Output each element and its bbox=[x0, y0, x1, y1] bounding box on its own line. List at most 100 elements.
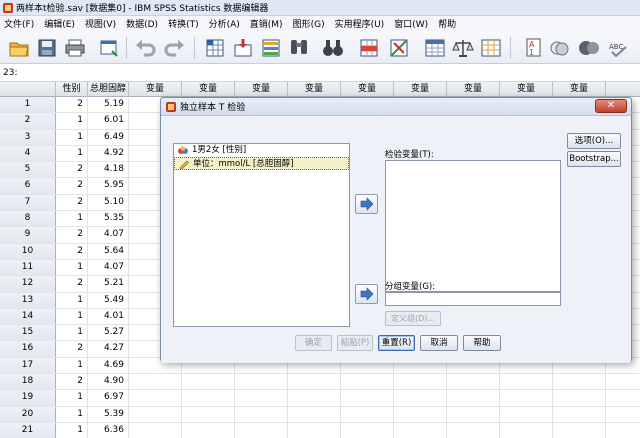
use-sets-icon[interactable] bbox=[548, 37, 570, 59]
variable-item-gender[interactable]: 1男2女 [性别] bbox=[174, 144, 349, 157]
data-cell-gender[interactable]: 1 bbox=[56, 129, 88, 145]
data-cell-gender[interactable]: 2 bbox=[56, 97, 88, 113]
data-cell-cholesterol[interactable]: 6.36 bbox=[88, 422, 129, 438]
row-number[interactable]: 14 bbox=[0, 308, 56, 325]
empty-cell[interactable] bbox=[129, 406, 182, 422]
empty-cell[interactable] bbox=[553, 374, 606, 390]
empty-cell[interactable] bbox=[182, 374, 235, 390]
empty-cell[interactable] bbox=[341, 390, 394, 406]
data-cell-gender[interactable]: 2 bbox=[56, 243, 88, 259]
column-header[interactable]: 变量 bbox=[288, 82, 341, 97]
data-cell-gender[interactable]: 2 bbox=[56, 374, 88, 390]
menu-edit[interactable]: 编辑(E) bbox=[44, 17, 75, 30]
empty-cell[interactable] bbox=[447, 390, 500, 406]
row-number[interactable]: 2 bbox=[0, 113, 56, 129]
row-number[interactable]: 1 bbox=[0, 97, 56, 113]
data-cell-cholesterol[interactable]: 5.27 bbox=[88, 325, 129, 341]
column-header[interactable]: 性别 bbox=[56, 82, 88, 97]
menu-analyze[interactable]: 分析(A) bbox=[209, 17, 240, 30]
data-cell-cholesterol[interactable]: 5.35 bbox=[88, 211, 129, 227]
data-cell-gender[interactable]: 1 bbox=[56, 308, 88, 325]
data-cell-cholesterol[interactable]: 5.39 bbox=[88, 406, 129, 422]
insert-variable-icon[interactable] bbox=[388, 37, 410, 59]
empty-cell[interactable] bbox=[341, 422, 394, 438]
empty-cell[interactable] bbox=[182, 406, 235, 422]
variable-item-cholesterol[interactable]: 单位：mmol/L [总胆固醇] bbox=[174, 157, 349, 170]
row-number[interactable]: 8 bbox=[0, 211, 56, 227]
column-header[interactable]: 变量 bbox=[394, 82, 447, 97]
column-header[interactable]: 变量 bbox=[500, 82, 553, 97]
help-button[interactable]: 帮助 bbox=[463, 335, 501, 351]
print-icon[interactable] bbox=[64, 37, 86, 59]
menu-file[interactable]: 文件(F) bbox=[4, 17, 34, 30]
data-cell-cholesterol[interactable]: 4.90 bbox=[88, 374, 129, 390]
row-number[interactable]: 7 bbox=[0, 194, 56, 211]
row-number[interactable]: 16 bbox=[0, 341, 56, 357]
data-cell-cholesterol[interactable]: 5.10 bbox=[88, 194, 129, 211]
data-cell-gender[interactable]: 1 bbox=[56, 259, 88, 276]
empty-cell[interactable] bbox=[182, 390, 235, 406]
open-folder-icon[interactable] bbox=[8, 37, 30, 59]
data-cell-gender[interactable]: 1 bbox=[56, 211, 88, 227]
data-cell-cholesterol[interactable]: 6.49 bbox=[88, 129, 129, 145]
empty-cell[interactable] bbox=[500, 390, 553, 406]
binoculars-icon[interactable] bbox=[322, 37, 344, 59]
column-header[interactable]: 变量 bbox=[182, 82, 235, 97]
goto-variable-icon[interactable] bbox=[232, 37, 254, 59]
data-cell-gender[interactable]: 1 bbox=[56, 113, 88, 129]
empty-cell[interactable] bbox=[182, 422, 235, 438]
data-cell-gender[interactable]: 1 bbox=[56, 325, 88, 341]
insert-cases-icon[interactable] bbox=[358, 37, 380, 59]
empty-cell[interactable] bbox=[129, 390, 182, 406]
group-variable-field[interactable] bbox=[385, 292, 561, 306]
ok-button[interactable]: 确定 bbox=[295, 335, 332, 351]
empty-cell[interactable] bbox=[235, 422, 288, 438]
column-header[interactable]: 变量 bbox=[553, 82, 606, 97]
row-number[interactable]: 5 bbox=[0, 162, 56, 178]
row-number[interactable]: 21 bbox=[0, 422, 56, 438]
row-number[interactable]: 20 bbox=[0, 406, 56, 422]
save-icon[interactable] bbox=[36, 37, 58, 59]
menu-window[interactable]: 窗口(W) bbox=[394, 17, 428, 30]
empty-cell[interactable] bbox=[553, 390, 606, 406]
row-number[interactable]: 18 bbox=[0, 374, 56, 390]
row-number[interactable]: 10 bbox=[0, 243, 56, 259]
data-cell-gender[interactable]: 2 bbox=[56, 276, 88, 292]
empty-cell[interactable] bbox=[288, 422, 341, 438]
column-header[interactable]: 变量 bbox=[341, 82, 394, 97]
menu-help[interactable]: 帮助 bbox=[438, 17, 456, 30]
close-button[interactable]: ✕ bbox=[595, 99, 627, 113]
find-icon[interactable] bbox=[288, 37, 310, 59]
empty-cell[interactable] bbox=[447, 406, 500, 422]
undo-icon[interactable] bbox=[134, 37, 156, 59]
empty-cell[interactable] bbox=[341, 374, 394, 390]
column-header[interactable]: 变量 bbox=[235, 82, 288, 97]
empty-cell[interactable] bbox=[447, 374, 500, 390]
empty-cell[interactable] bbox=[288, 406, 341, 422]
empty-cell[interactable] bbox=[447, 422, 500, 438]
split-file-icon[interactable] bbox=[424, 37, 446, 59]
move-to-test-variable-button[interactable] bbox=[355, 194, 378, 214]
data-cell-cholesterol[interactable]: 4.92 bbox=[88, 145, 129, 162]
weight-cases-icon[interactable] bbox=[452, 37, 474, 59]
test-variable-list[interactable] bbox=[385, 160, 561, 292]
spelling-icon[interactable]: ABC bbox=[608, 37, 630, 59]
source-variable-list[interactable]: 1男2女 [性别] 单位：mmol/L [总胆固醇] bbox=[173, 143, 350, 327]
data-cell-cholesterol[interactable]: 6.97 bbox=[88, 390, 129, 406]
data-cell-cholesterol[interactable]: 5.64 bbox=[88, 243, 129, 259]
data-cell-gender[interactable]: 1 bbox=[56, 145, 88, 162]
data-cell-gender[interactable]: 1 bbox=[56, 292, 88, 308]
row-number[interactable]: 3 bbox=[0, 129, 56, 145]
empty-cell[interactable] bbox=[288, 374, 341, 390]
empty-cell[interactable] bbox=[235, 390, 288, 406]
menu-transform[interactable]: 转换(T) bbox=[168, 17, 199, 30]
empty-cell[interactable] bbox=[500, 374, 553, 390]
value-labels-icon[interactable]: A1 bbox=[522, 37, 544, 59]
empty-cell[interactable] bbox=[394, 374, 447, 390]
data-cell-cholesterol[interactable]: 5.19 bbox=[88, 97, 129, 113]
move-to-group-variable-button[interactable] bbox=[355, 284, 378, 304]
row-number[interactable]: 11 bbox=[0, 259, 56, 276]
empty-cell[interactable] bbox=[394, 406, 447, 422]
row-number[interactable]: 19 bbox=[0, 390, 56, 406]
data-cell-cholesterol[interactable]: 5.49 bbox=[88, 292, 129, 308]
